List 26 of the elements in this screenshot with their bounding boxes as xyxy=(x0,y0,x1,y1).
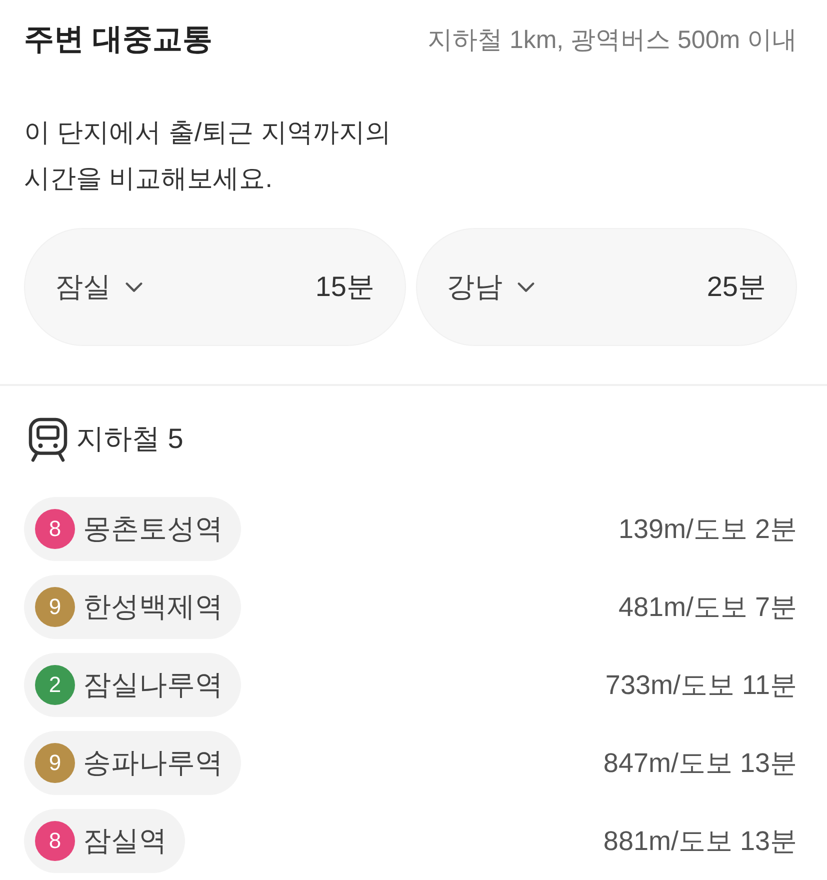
line-badge: 8 xyxy=(35,821,75,861)
walking-distance: 481m/도보 7분 xyxy=(618,591,797,624)
travel-time: 25분 xyxy=(706,270,766,304)
line-badge: 9 xyxy=(35,743,75,783)
section-title: 주변 대중교통 xyxy=(24,22,212,58)
line-badge: 9 xyxy=(35,587,75,627)
station-name: 잠실역 xyxy=(83,824,167,858)
area-dropdown[interactable]: 잠실 xyxy=(55,268,143,306)
subway-heading: 지하철 5 xyxy=(76,422,184,456)
caret-icon xyxy=(125,282,143,292)
station-name: 송파나루역 xyxy=(83,746,223,780)
station-name: 몽촌토성역 xyxy=(83,512,223,546)
search-radius-text: 지하철 1km, 광역버스 500m 이내 xyxy=(428,25,797,56)
walking-distance: 881m/도보 13분 xyxy=(603,825,797,858)
area-dropdown[interactable]: 강남 xyxy=(446,268,534,306)
walking-distance: 733m/도보 11분 xyxy=(605,669,797,702)
station-name: 한성백제역 xyxy=(83,590,223,624)
description-text: 이 단지에서 출/퇴근 지역까지의 시간을 비교해보세요. xyxy=(24,116,392,195)
caret-icon xyxy=(516,282,534,292)
walking-distance: 847m/도보 13분 xyxy=(603,747,797,780)
station-name: 잠실나루역 xyxy=(83,668,223,702)
line-badge: 8 xyxy=(35,509,75,549)
walking-distance: 139m/도보 2분 xyxy=(618,513,797,546)
line-badge: 2 xyxy=(35,665,75,705)
travel-time: 15분 xyxy=(315,270,374,304)
train-icon xyxy=(28,416,68,462)
